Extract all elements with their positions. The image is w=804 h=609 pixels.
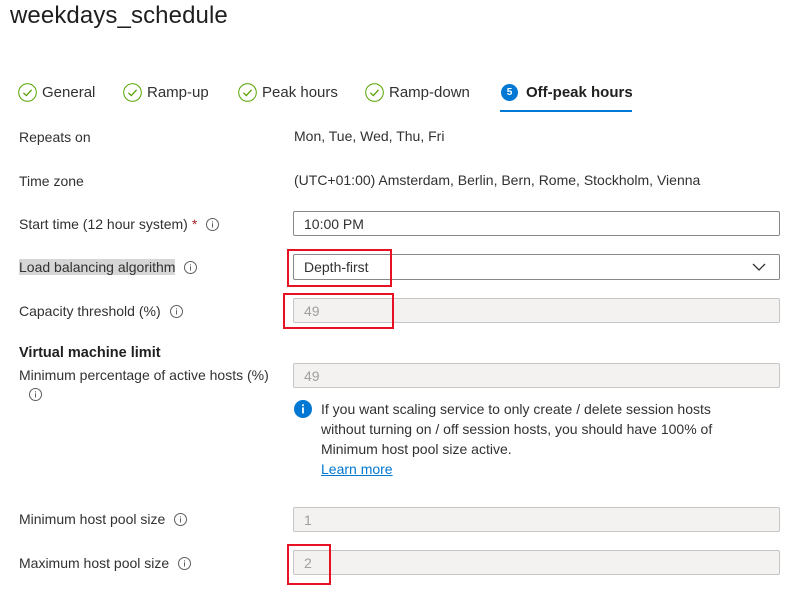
tab-peak-hours[interactable]: Peak hours (238, 80, 338, 104)
repeats-on-label: Repeats on (19, 129, 91, 145)
min-pool-size-label-text: Minimum host pool size (19, 511, 166, 527)
start-time-value: 10:00 PM (304, 215, 364, 232)
capacity-threshold-label-text: Capacity threshold (%) (19, 303, 161, 319)
info-filled-icon (294, 400, 312, 418)
info-icon[interactable] (169, 304, 183, 318)
capacity-threshold-label: Capacity threshold (%) (19, 303, 183, 319)
min-active-hosts-input[interactable]: 49 (293, 363, 780, 388)
step-number-badge: 5 (501, 83, 518, 101)
max-pool-size-input[interactable]: 2 (293, 550, 780, 575)
info-message-text: If you want scaling service to only crea… (321, 401, 713, 457)
info-icon[interactable] (178, 556, 192, 570)
tab-ramp-down[interactable]: Ramp-down (365, 80, 470, 104)
min-pool-size-label: Minimum host pool size (19, 511, 188, 527)
info-message: If you want scaling service to only crea… (294, 399, 744, 479)
tab-ramp-up[interactable]: Ramp-up (123, 80, 209, 104)
check-circle-icon (238, 82, 257, 102)
tab-general[interactable]: General (18, 80, 95, 104)
max-pool-size-label: Maximum host pool size (19, 555, 192, 571)
tab-label: Peak hours (262, 83, 338, 101)
info-message-body: If you want scaling service to only crea… (321, 399, 744, 479)
min-pool-size-input[interactable]: 1 (293, 507, 780, 532)
max-pool-size-label-text: Maximum host pool size (19, 555, 170, 571)
info-icon[interactable] (29, 388, 42, 401)
min-active-hosts-label: Minimum percentage of active hosts (%) (19, 367, 269, 383)
check-circle-icon (123, 82, 142, 102)
required-marker: * (191, 216, 198, 232)
check-circle-icon (18, 82, 37, 102)
highlight-box (283, 293, 394, 329)
vm-limit-heading: Virtual machine limit (19, 345, 161, 361)
time-zone-label: Time zone (19, 173, 84, 189)
tab-label: Ramp-up (147, 83, 209, 101)
tab-label: General (42, 83, 96, 101)
chevron-down-icon (752, 260, 766, 274)
check-circle-icon (365, 82, 384, 102)
start-time-input[interactable]: 10:00 PM (293, 211, 780, 236)
learn-more-link[interactable]: Learn more (321, 461, 393, 477)
active-tab-indicator (500, 110, 632, 112)
page-title: weekdays_schedule (10, 2, 228, 29)
tab-off-peak-hours[interactable]: 5 Off-peak hours (501, 80, 633, 104)
tab-label: Off-peak hours (526, 83, 633, 101)
load-balancing-label: Load balancing algorithm (19, 259, 198, 275)
start-time-label: Start time (12 hour system) * (19, 216, 220, 232)
start-time-label-text: Start time (12 hour system) (19, 216, 188, 232)
info-icon[interactable] (206, 217, 220, 231)
highlight-box (287, 544, 331, 585)
info-icon[interactable] (174, 512, 188, 526)
time-zone-value: (UTC+01:00) Amsterdam, Berlin, Bern, Rom… (294, 172, 701, 188)
highlight-box (287, 249, 392, 287)
info-icon[interactable] (184, 260, 198, 274)
tab-label: Ramp-down (389, 83, 470, 101)
load-balancing-label-text: Load balancing algorithm (19, 259, 176, 275)
min-pool-size-value: 1 (304, 511, 312, 528)
repeats-on-value: Mon, Tue, Wed, Thu, Fri (294, 128, 445, 144)
min-active-hosts-value: 49 (304, 367, 320, 384)
